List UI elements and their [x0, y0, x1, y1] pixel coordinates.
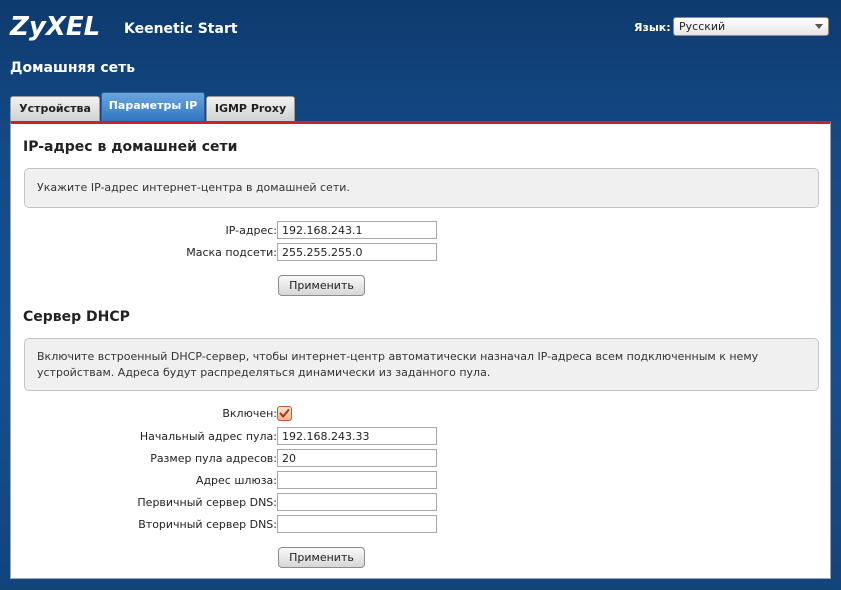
subnet-mask-row: Маска подсети: [11, 243, 832, 262]
ip-address-label: IP-адрес: [225, 224, 277, 237]
pool-size-input[interactable] [277, 449, 437, 467]
secondary-dns-input[interactable] [277, 515, 437, 533]
language-select[interactable]: Русский [673, 17, 829, 36]
content-panel: IP-адрес в домашней сети Укажите IP-адре… [10, 121, 831, 579]
apply-dhcp-button[interactable]: Применить [278, 547, 365, 568]
dhcp-info-box: Включите встроенный DHCP-сервер, чтобы и… [24, 338, 819, 391]
ip-address-row: IP-адрес: [11, 221, 832, 240]
pool-size-label: Размер пула адресов: [150, 452, 277, 465]
ip-address-input[interactable] [277, 221, 437, 239]
dhcp-info-line-1: Включите встроенный DHCP-сервер, чтобы и… [37, 350, 759, 363]
secondary-dns-label: Вторичный сервер DNS: [138, 518, 277, 531]
dhcp-section-title: Сервер DHCP [23, 309, 130, 325]
pool-start-input[interactable] [277, 427, 437, 445]
tab-devices[interactable]: Устройства [10, 96, 100, 122]
primary-dns-input[interactable] [277, 493, 437, 511]
product-name: Keenetic Start [124, 21, 238, 37]
tab-ip-settings[interactable]: Параметры IP [101, 92, 205, 122]
zyxel-logo: ZyXEL [10, 12, 101, 42]
apply-ip-button[interactable]: Применить [278, 275, 365, 296]
pool-start-label: Начальный адрес пула: [139, 430, 277, 443]
language-label: Язык: [634, 21, 671, 34]
subnet-mask-label: Маска подсети: [186, 246, 277, 259]
primary-dns-label: Первичный сервер DNS: [137, 496, 277, 509]
tab-igmp-proxy[interactable]: IGMP Proxy [206, 96, 295, 122]
dhcp-enabled-row: Включен: [11, 404, 832, 423]
chevron-down-icon [815, 24, 823, 29]
dhcp-enabled-label: Включен: [222, 407, 277, 420]
dhcp-enabled-checkbox[interactable] [277, 406, 292, 421]
gateway-input[interactable] [277, 471, 437, 489]
pool-size-row: Размер пула адресов: [11, 449, 832, 468]
secondary-dns-row: Вторичный сервер DNS: [11, 515, 832, 534]
primary-dns-row: Первичный сервер DNS: [11, 493, 832, 512]
checkmark-icon [279, 409, 290, 418]
ip-info-box: Укажите IP-адрес интернет-центра в домаш… [24, 168, 819, 208]
language-selected-value: Русский [679, 20, 726, 33]
ip-info-text: Укажите IP-адрес интернет-центра в домаш… [37, 181, 350, 194]
subnet-mask-input[interactable] [277, 243, 437, 261]
page-title: Домашняя сеть [10, 60, 136, 76]
gateway-row: Адрес шлюза: [11, 471, 832, 490]
dhcp-info-line-2: устройствам. Адреса будут распределяться… [37, 366, 491, 379]
gateway-label: Адрес шлюза: [195, 474, 277, 487]
pool-start-row: Начальный адрес пула: [11, 427, 832, 446]
ip-section-title: IP-адрес в домашней сети [23, 139, 238, 155]
